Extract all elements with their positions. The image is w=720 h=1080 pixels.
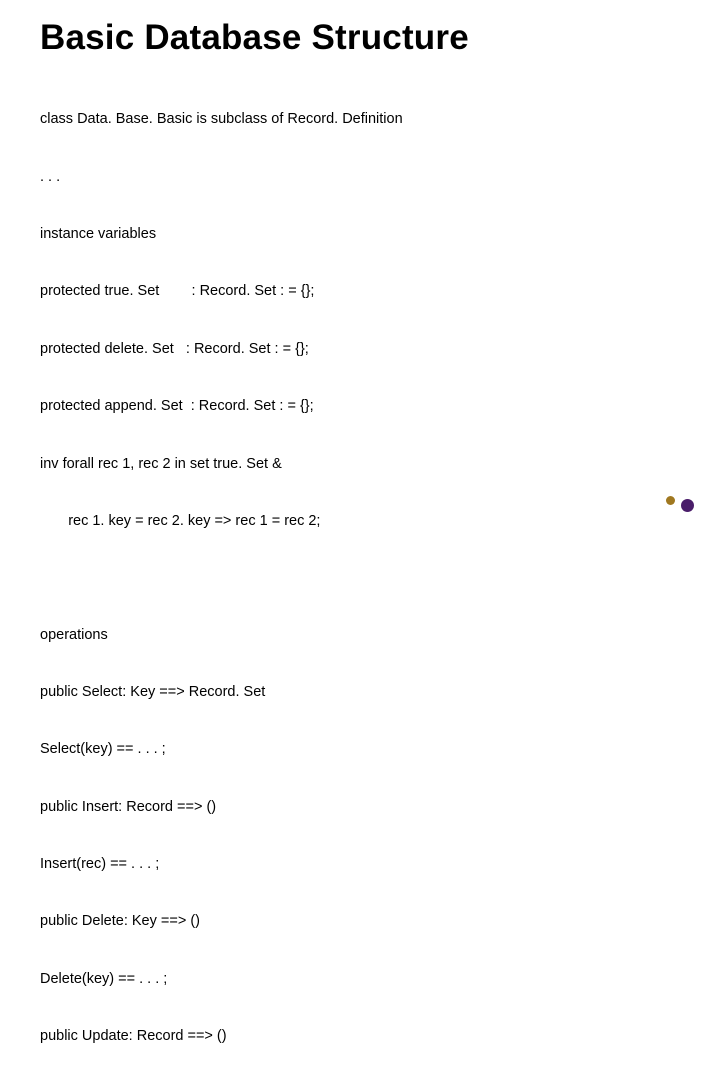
code-line: rec 1. key = rec 2. key => rec 1 = rec 2… [40,512,680,531]
code-line: instance variables [40,225,680,244]
slide-title: Basic Database Structure [40,18,680,58]
slide-container: Basic Database Structure class Data. Bas… [0,0,720,1080]
code-line: public Insert: Record ==> () [40,798,680,817]
code-line: Select(key) == . . . ; [40,740,680,759]
code-line: class Data. Base. Basic is subclass of R… [40,110,680,129]
code-line: protected true. Set : Record. Set : = {}… [40,282,680,301]
code-line: inv forall rec 1, rec 2 in set true. Set… [40,455,680,474]
decorative-dot-purple [681,499,694,512]
code-line: operations [40,626,680,645]
decorative-dot-amber [666,496,675,505]
code-line: public Select: Key ==> Record. Set [40,683,680,702]
code-line: protected append. Set : Record. Set : = … [40,397,680,416]
code-block-2: operations public Select: Key ==> Record… [40,587,680,1080]
code-line: public Delete: Key ==> () [40,912,680,931]
code-line: public Update: Record ==> () [40,1027,680,1046]
code-block-1: class Data. Base. Basic is subclass of R… [40,72,680,569]
code-line: Insert(rec) == . . . ; [40,855,680,874]
code-line: protected delete. Set : Record. Set : = … [40,340,680,359]
code-line: Delete(key) == . . . ; [40,970,680,989]
code-line: . . . [40,168,680,187]
